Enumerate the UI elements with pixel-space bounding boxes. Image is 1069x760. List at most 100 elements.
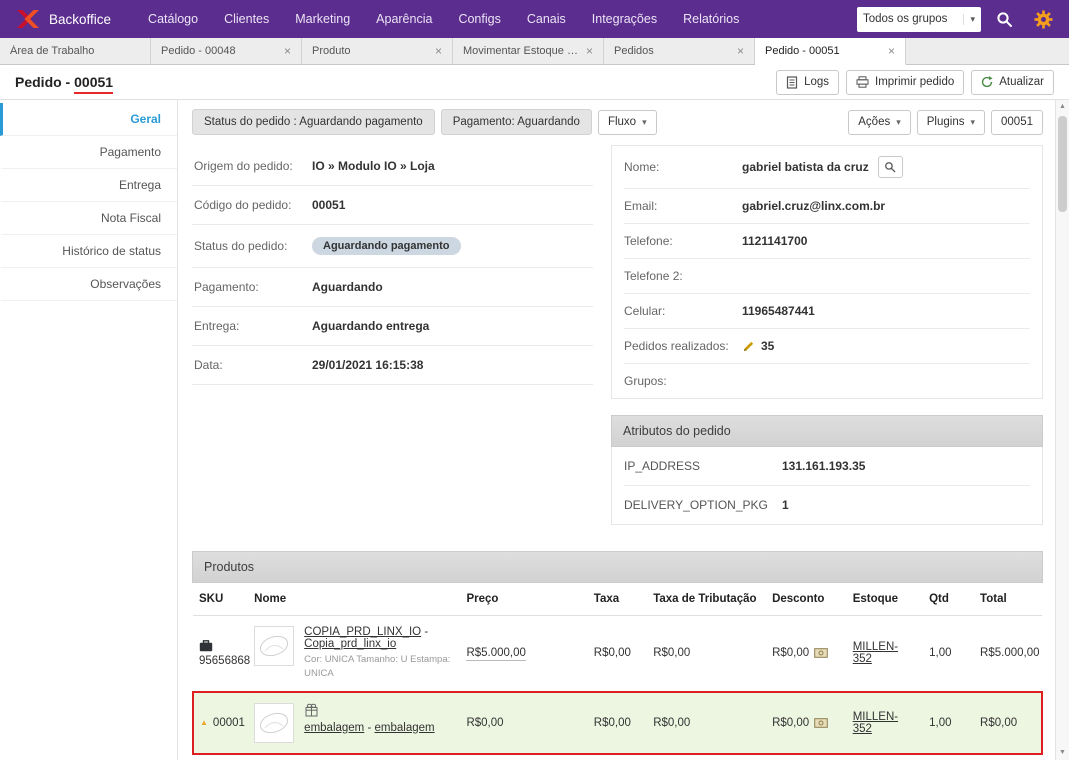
- sidebar-item-historico-de-status[interactable]: Histórico de status: [0, 235, 177, 268]
- close-icon[interactable]: ×: [586, 44, 593, 58]
- nav-item-marketing[interactable]: Marketing: [282, 0, 363, 38]
- close-icon[interactable]: ×: [284, 44, 291, 58]
- content: Geral Pagamento Entrega Nota Fiscal Hist…: [0, 100, 1069, 760]
- settings-button[interactable]: [1028, 6, 1059, 33]
- sku-cell: 95656868: [199, 640, 242, 667]
- product-link[interactable]: COPIA_PRD_LINX_IO: [304, 626, 421, 638]
- money-icon[interactable]: [814, 648, 828, 658]
- edit-pencil-button[interactable]: [742, 340, 755, 353]
- customer-search-button[interactable]: [878, 156, 903, 178]
- photo-unavailable-icon: [257, 706, 291, 740]
- status-badge: Aguardando pagamento: [312, 237, 461, 255]
- fluxo-dropdown-button[interactable]: Fluxo ▾: [598, 110, 657, 135]
- logs-button[interactable]: Logs: [776, 70, 839, 95]
- product-link[interactable]: Copia_prd_linx_io: [304, 638, 396, 650]
- field-label: Código do pedido:: [194, 198, 312, 212]
- order-info-row: Código do pedido: 00051: [192, 186, 593, 225]
- chevron-down-icon: ▾: [896, 117, 901, 128]
- sku-cell: ▲ 00001: [200, 717, 242, 729]
- customer-row: Celular: 11965487441: [624, 294, 1030, 329]
- nav-item-aparencia[interactable]: Aparência: [363, 0, 445, 38]
- col-header-nome: Nome: [248, 583, 460, 616]
- scrollbar-track[interactable]: [1056, 112, 1069, 748]
- print-order-button[interactable]: Imprimir pedido: [846, 70, 964, 95]
- discount-cell: R$0,00: [772, 717, 841, 729]
- sidebar-item-geral[interactable]: Geral: [0, 103, 177, 136]
- page-header: Pedido - 00051 Logs Imprimir pedido: [0, 65, 1069, 100]
- price-value[interactable]: R$0,00: [466, 717, 503, 729]
- tab-movimentar-estoque[interactable]: Movimentar Estoque - Cop ×: [453, 38, 604, 64]
- product-link[interactable]: embalagem: [304, 722, 364, 734]
- field-value: 131.161.193.35: [782, 459, 865, 473]
- order-info-row: Pagamento: Aguardando: [192, 268, 593, 307]
- briefcase-icon: [199, 640, 213, 652]
- close-icon[interactable]: ×: [737, 44, 744, 58]
- field-value: 1: [782, 498, 789, 512]
- price-value[interactable]: R$5.000,00: [466, 647, 525, 661]
- field-label: DELIVERY_OPTION_PKG: [624, 498, 782, 512]
- col-header-taxa-tributacao: Taxa de Tributação: [647, 583, 766, 616]
- tab-area-de-trabalho[interactable]: Área de Trabalho: [0, 38, 151, 64]
- customer-row: Nome: gabriel batista da cruz: [624, 146, 1030, 189]
- search-icon: [884, 161, 896, 173]
- nav-item-integracoes[interactable]: Integrações: [579, 0, 670, 38]
- tab-produto[interactable]: Produto ×: [302, 38, 453, 64]
- scrollbar-thumb[interactable]: [1058, 116, 1067, 212]
- vertical-scrollbar[interactable]: ▲ ▼: [1055, 100, 1069, 760]
- tab-pedido-00048[interactable]: Pedido - 00048 ×: [151, 38, 302, 64]
- payment-status-button[interactable]: Pagamento: Aguardando: [441, 109, 592, 135]
- right-column: Nome: gabriel batista da cruz Email:: [611, 145, 1043, 525]
- field-value: IO » Modulo IO » Loja: [312, 159, 435, 173]
- field-value: 00051: [312, 198, 345, 212]
- section-sidebar: Geral Pagamento Entrega Nota Fiscal Hist…: [0, 100, 178, 760]
- nav-item-clientes[interactable]: Clientes: [211, 0, 282, 38]
- product-row: 95656868: [193, 616, 1042, 692]
- photo-unavailable-icon: [257, 629, 291, 663]
- acoes-dropdown-button[interactable]: Ações ▾: [848, 110, 911, 135]
- warning-icon: ▲: [200, 718, 208, 727]
- close-icon[interactable]: ×: [435, 44, 442, 58]
- tab-pedido-00051[interactable]: Pedido - 00051 ×: [755, 38, 906, 65]
- table-header-row: SKU Nome Preço Taxa Taxa de Tributação D…: [193, 583, 1042, 616]
- order-number-button[interactable]: 00051: [991, 110, 1043, 135]
- sidebar-item-entrega[interactable]: Entrega: [0, 169, 177, 202]
- nav-item-relatorios[interactable]: Relatórios: [670, 0, 752, 38]
- stock-link[interactable]: MILLEN-352: [853, 711, 898, 735]
- main-menu: Catálogo Clientes Marketing Aparência Co…: [135, 0, 857, 38]
- field-label: Nome:: [624, 160, 742, 174]
- sidebar-item-pagamento[interactable]: Pagamento: [0, 136, 177, 169]
- group-select[interactable]: Todos os grupos ▾: [857, 7, 981, 32]
- chevron-down-icon: ▾: [963, 14, 975, 25]
- nav-right: Todos os grupos ▾: [857, 6, 1059, 33]
- customer-row: Grupos:: [624, 364, 1030, 398]
- stock-link[interactable]: MILLEN-352: [853, 641, 898, 665]
- scroll-down-icon[interactable]: ▼: [1059, 748, 1066, 758]
- sku-value: 00001: [213, 717, 245, 729]
- close-icon[interactable]: ×: [888, 44, 895, 58]
- main-panel: Status do pedido : Aguardando pagamento …: [178, 100, 1055, 760]
- nav-item-catalogo[interactable]: Catálogo: [135, 0, 211, 38]
- nav-item-canais[interactable]: Canais: [514, 0, 579, 38]
- col-header-qtd: Qtd: [923, 583, 974, 616]
- field-value: gabriel batista da cruz: [742, 160, 869, 174]
- fluxo-label: Fluxo: [608, 116, 636, 128]
- linx-logo-icon: [16, 9, 40, 29]
- tab-pedidos[interactable]: Pedidos ×: [604, 38, 755, 64]
- refresh-button[interactable]: Atualizar: [971, 70, 1054, 95]
- tab-label: Pedidos: [614, 45, 731, 57]
- field-label: Origem do pedido:: [194, 159, 312, 173]
- plugins-dropdown-button[interactable]: Plugins ▾: [917, 110, 985, 135]
- nav-item-configs[interactable]: Configs: [445, 0, 513, 38]
- sidebar-item-nota-fiscal[interactable]: Nota Fiscal: [0, 202, 177, 235]
- search-button[interactable]: [990, 7, 1019, 32]
- scroll-up-icon[interactable]: ▲: [1059, 102, 1066, 112]
- money-icon[interactable]: [814, 718, 828, 728]
- products-header: Produtos: [192, 551, 1043, 583]
- brand[interactable]: Backoffice: [16, 9, 111, 29]
- order-number-label: 00051: [1001, 116, 1033, 128]
- products-section: Produtos SKU Nome Preço Taxa Taxa de Tri…: [192, 551, 1043, 755]
- order-status-button[interactable]: Status do pedido : Aguardando pagamento: [192, 109, 435, 135]
- sidebar-item-observacoes[interactable]: Observações: [0, 268, 177, 301]
- attribute-row: DELIVERY_OPTION_PKG 1: [624, 486, 1030, 524]
- product-link[interactable]: embalagem: [375, 722, 435, 734]
